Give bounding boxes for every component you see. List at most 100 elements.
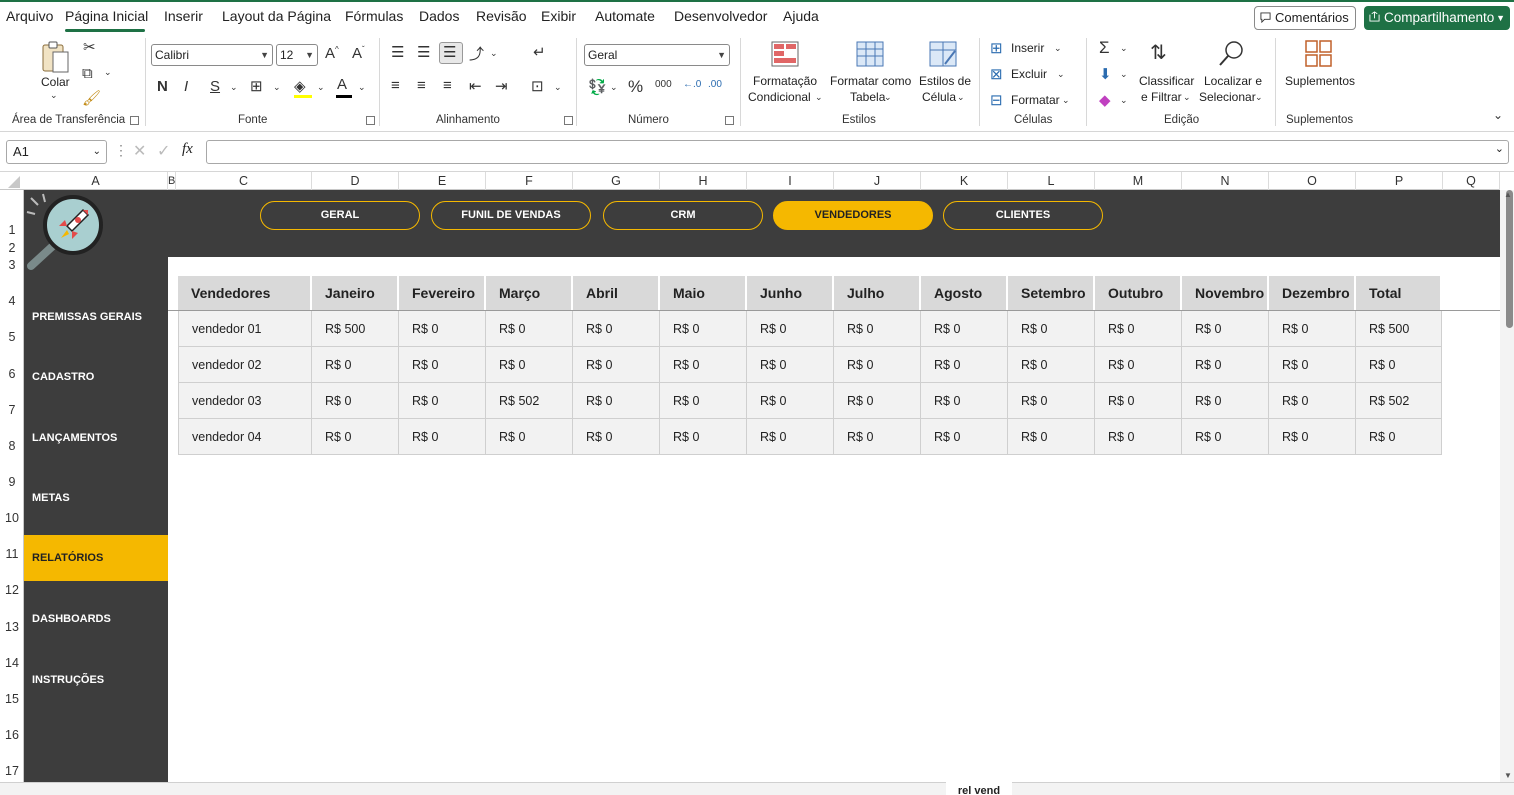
font-shrink-icon[interactable]: Aˇ: [352, 45, 365, 62]
table-cell[interactable]: R$ 0: [747, 383, 834, 419]
table-cell[interactable]: R$ 0: [486, 419, 573, 455]
row-header-17[interactable]: 17: [0, 764, 24, 778]
cut-icon[interactable]: ✂: [83, 38, 96, 56]
table-cell[interactable]: R$ 0: [486, 347, 573, 383]
merge-center-icon[interactable]: ⊡: [531, 77, 544, 95]
table-cell[interactable]: R$ 0: [1008, 383, 1095, 419]
nav-clientes[interactable]: CLIENTES: [943, 201, 1103, 230]
table-cell[interactable]: R$ 0: [660, 419, 747, 455]
table-cell[interactable]: R$ 0: [921, 347, 1008, 383]
column-header-f[interactable]: F: [486, 172, 573, 190]
more-options-icon[interactable]: ⋮: [114, 142, 128, 159]
table-cell[interactable]: R$ 0: [921, 419, 1008, 455]
row-header-10[interactable]: 10: [0, 511, 24, 525]
table-header[interactable]: Junho: [747, 276, 834, 310]
dialog-launcher-icon[interactable]: [130, 116, 139, 125]
table-cell[interactable]: R$ 0: [486, 311, 573, 347]
column-header-o[interactable]: O: [1269, 172, 1356, 190]
table-cell[interactable]: R$ 0: [1356, 347, 1442, 383]
table-cell[interactable]: R$ 0: [1008, 419, 1095, 455]
sort-filter-icon[interactable]: ⇅: [1150, 40, 1167, 65]
sort-filter-label-2[interactable]: e Filtrar: [1141, 90, 1182, 105]
row-header-11[interactable]: 11: [0, 547, 24, 561]
font-size-select[interactable]: 12 ▼: [276, 44, 318, 66]
row-header-14[interactable]: 14: [0, 656, 24, 670]
format-cells-icon[interactable]: ⊟: [990, 91, 1003, 109]
nav-funil-de-vendas[interactable]: FUNIL DE VENDAS: [431, 201, 591, 230]
row-header-8[interactable]: 8: [0, 439, 24, 453]
table-cell[interactable]: R$ 0: [834, 383, 921, 419]
side-nav-premissas-gerais[interactable]: PREMISSAS GERAIS: [24, 294, 168, 340]
scrollbar-thumb[interactable]: [1506, 190, 1513, 328]
table-cell[interactable]: R$ 0: [660, 311, 747, 347]
table-cell[interactable]: R$ 0: [921, 311, 1008, 347]
table-cell[interactable]: R$ 0: [1182, 419, 1269, 455]
table-header[interactable]: Março: [486, 276, 573, 310]
table-header[interactable]: Janeiro: [312, 276, 399, 310]
column-header-b[interactable]: B: [168, 172, 176, 190]
dialog-launcher-icon[interactable]: [725, 116, 734, 125]
column-header-m[interactable]: M: [1095, 172, 1182, 190]
expand-formula-bar-icon[interactable]: ⌄: [1495, 142, 1504, 155]
table-cell[interactable]: R$ 0: [1095, 419, 1182, 455]
chevron-down-icon[interactable]: ⌄: [1255, 92, 1263, 103]
comments-button[interactable]: Comentários: [1254, 6, 1356, 30]
font-name-select[interactable]: Calibri ▼: [151, 44, 273, 66]
table-cell[interactable]: R$ 0: [399, 419, 486, 455]
table-header[interactable]: Agosto: [921, 276, 1008, 310]
percent-icon[interactable]: %: [628, 77, 643, 97]
format-as-table-icon[interactable]: [856, 41, 886, 69]
sheet-tab-active[interactable]: rel vend: [946, 782, 1012, 795]
paste-icon[interactable]: [40, 40, 70, 74]
font-color-icon[interactable]: A: [337, 76, 347, 93]
chevron-down-icon[interactable]: ⌄: [815, 92, 823, 103]
chevron-down-icon[interactable]: ⌄: [957, 92, 965, 103]
copy-icon[interactable]: ⧉: [82, 65, 93, 82]
side-nav-metas[interactable]: METAS: [24, 475, 168, 521]
formula-input[interactable]: ⌄: [206, 140, 1509, 164]
cancel-icon[interactable]: ✕: [133, 141, 146, 161]
table-cell[interactable]: R$ 0: [660, 383, 747, 419]
table-cell[interactable]: R$ 0: [1008, 311, 1095, 347]
chevron-down-icon[interactable]: ⌄: [1057, 69, 1065, 80]
collapse-ribbon-icon[interactable]: ⌄: [1493, 108, 1503, 122]
row-header-1[interactable]: 1: [0, 223, 24, 237]
underline-button[interactable]: S: [210, 78, 220, 95]
row-header-15[interactable]: 15: [0, 692, 24, 706]
row-header-16[interactable]: 16: [0, 728, 24, 742]
menu-layout[interactable]: Layout da Página: [222, 8, 331, 24]
chevron-down-icon[interactable]: ⌄: [273, 82, 281, 93]
chevron-down-icon[interactable]: ⌄: [358, 82, 366, 93]
dialog-launcher-icon[interactable]: [366, 116, 375, 125]
table-cell[interactable]: R$ 0: [1182, 311, 1269, 347]
format-cells-label[interactable]: Formatar: [1011, 93, 1060, 108]
column-header-a[interactable]: A: [24, 172, 168, 190]
format-painter-icon[interactable]: 🖌: [82, 89, 101, 107]
table-header[interactable]: Fevereiro: [399, 276, 486, 310]
row-header-2[interactable]: 2: [0, 241, 24, 255]
accounting-icon[interactable]: 💱: [588, 78, 607, 96]
table-header[interactable]: Dezembro: [1269, 276, 1356, 310]
chevron-down-icon[interactable]: ⌄: [1183, 92, 1191, 103]
table-cell[interactable]: R$ 0: [573, 347, 660, 383]
column-header-i[interactable]: I: [747, 172, 834, 190]
table-header[interactable]: Outubro: [1095, 276, 1182, 310]
table-header[interactable]: Julho: [834, 276, 921, 310]
table-header[interactable]: Setembro: [1008, 276, 1095, 310]
font-grow-icon[interactable]: A^: [325, 45, 339, 62]
column-header-j[interactable]: J: [834, 172, 921, 190]
row-header-13[interactable]: 13: [0, 620, 24, 634]
row-header-7[interactable]: 7: [0, 403, 24, 417]
table-header[interactable]: Vendedores: [178, 276, 312, 310]
row-header-12[interactable]: 12: [0, 583, 24, 597]
menu-arquivo[interactable]: Arquivo: [6, 8, 53, 24]
table-cell[interactable]: R$ 0: [747, 311, 834, 347]
side-nav-instrucoes[interactable]: INSTRUÇÕES: [24, 657, 168, 703]
table-cell[interactable]: R$ 0: [1269, 383, 1356, 419]
table-cell[interactable]: R$ 500: [312, 311, 399, 347]
column-header-c[interactable]: C: [176, 172, 312, 190]
chevron-down-icon[interactable]: ⌄: [1120, 43, 1128, 54]
side-nav-relatorios[interactable]: RELATÓRIOS: [24, 535, 168, 581]
table-cell[interactable]: R$ 0: [573, 419, 660, 455]
table-cell[interactable]: R$ 0: [399, 347, 486, 383]
